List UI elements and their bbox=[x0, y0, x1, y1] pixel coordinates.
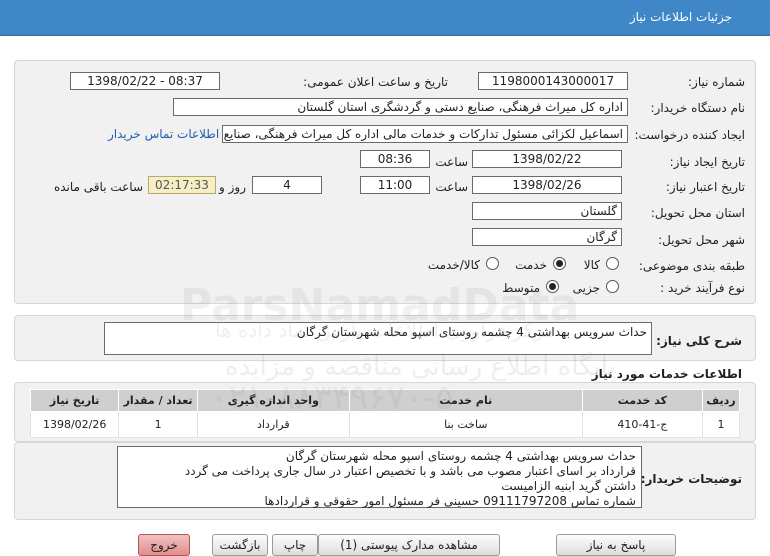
table-row: 1 ج-41-410 ساخت بنا قرارداد 1 1398/02/26 bbox=[29, 411, 741, 438]
summary-field: حداث سرویس بهداشتی 4 چشمه روستای اسپو مح… bbox=[104, 322, 652, 355]
remaining-days-field: 4 bbox=[252, 176, 322, 194]
province-field: گلستان bbox=[472, 202, 622, 220]
buyer-contact-link[interactable]: اطلاعات تماس خریدار bbox=[108, 127, 219, 141]
services-table: ردیف کد خدمت نام خدمت واحد اندازه گیری ت… bbox=[29, 389, 741, 438]
category-service-label: خدمت bbox=[515, 258, 547, 272]
notes-line-3: داشتن گرید ابنیه الزامیست bbox=[501, 479, 636, 493]
validity-date-label: تاریخ اعتبار نیاز: bbox=[665, 180, 745, 194]
requester-label: ایجاد کننده درخواست: bbox=[634, 128, 745, 142]
col-code: کد خدمت bbox=[581, 389, 703, 412]
validity-time-label: ساعت bbox=[435, 180, 468, 194]
process-radio-medium[interactable] bbox=[546, 280, 559, 293]
process-label: نوع فرآیند خرید : bbox=[660, 281, 745, 295]
validity-time-field: 11:00 bbox=[360, 176, 430, 194]
notes-line-4: شماره تماس 09111797208 حسینی فر مسئول ام… bbox=[264, 494, 636, 508]
col-unit: واحد اندازه گیری bbox=[196, 389, 350, 412]
announce-field: 1398/02/22 - 08:37 bbox=[70, 72, 220, 90]
col-qty: تعداد / مقدار bbox=[118, 389, 198, 412]
services-header-row: ردیف کد خدمت نام خدمت واحد اندازه گیری ت… bbox=[29, 389, 741, 412]
created-date-field: 1398/02/22 bbox=[472, 150, 622, 168]
created-date-label: تاریخ ایجاد نیاز: bbox=[669, 155, 745, 169]
col-name: نام خدمت bbox=[348, 389, 583, 412]
category-both-label: کالا/خدمت bbox=[427, 258, 480, 272]
col-row: ردیف bbox=[701, 389, 741, 412]
summary-label: شرح کلی نیاز: bbox=[656, 334, 742, 348]
days-label: روز و bbox=[219, 180, 246, 194]
city-field: گرگان bbox=[472, 228, 622, 246]
remaining-label: ساعت باقی مانده bbox=[53, 180, 143, 194]
cell-unit: قرارداد bbox=[196, 411, 350, 438]
requester-field: اسماعیل لکزائی مسئول تدارکات و خدمات مال… bbox=[222, 125, 628, 143]
reply-button[interactable]: پاسخ به نیاز bbox=[556, 534, 676, 556]
notes-field: حداث سرویس بهداشتی 4 چشمه روستای اسپو مح… bbox=[117, 446, 642, 508]
created-time-field: 08:36 bbox=[360, 150, 430, 168]
need-number-field: 1198000143000017 bbox=[478, 72, 628, 90]
notes-line-1: حداث سرویس بهداشتی 4 چشمه روستای اسپو مح… bbox=[285, 449, 636, 463]
cell-name: ساخت بنا bbox=[348, 411, 583, 438]
cell-code: ج-41-410 bbox=[581, 411, 703, 438]
process-minor-label: جزیی bbox=[572, 281, 600, 295]
notes-line-2: قرارداد بر اسای اعتبار مصوب می باشد و با… bbox=[184, 464, 636, 478]
validity-date-field: 1398/02/26 bbox=[472, 176, 622, 194]
back-button[interactable]: بازگشت bbox=[212, 534, 268, 556]
city-label: شهر محل تحویل: bbox=[658, 233, 745, 247]
announce-label: تاریخ و ساعت اعلان عمومی: bbox=[303, 75, 448, 89]
process-radio-minor[interactable] bbox=[606, 280, 619, 293]
view-attachments-button[interactable]: مشاهده مدارک پیوستی (1) bbox=[318, 534, 500, 556]
cell-date: 1398/02/26 bbox=[29, 411, 120, 438]
cell-row: 1 bbox=[701, 411, 741, 438]
category-radio-goods[interactable] bbox=[606, 257, 619, 270]
notes-label: توضیحات خریدار: bbox=[640, 472, 742, 486]
category-radio-service[interactable] bbox=[553, 257, 566, 270]
need-number-label: شماره نیاز: bbox=[688, 75, 745, 89]
page-header: جزئیات اطلاعات نیاز bbox=[0, 0, 770, 36]
process-medium-label: متوسط bbox=[502, 281, 540, 295]
cell-qty: 1 bbox=[118, 411, 198, 438]
created-time-label: ساعت bbox=[435, 155, 468, 169]
buyer-label: نام دستگاه خریدار: bbox=[650, 101, 746, 115]
services-title: اطلاعات خدمات مورد نیاز bbox=[591, 367, 742, 381]
category-goods-label: کالا bbox=[583, 258, 600, 272]
province-label: استان محل تحویل: bbox=[650, 206, 745, 220]
col-date: تاریخ نیاز bbox=[29, 389, 120, 412]
category-label: طبقه بندی موضوعی: bbox=[638, 259, 745, 273]
remaining-time-field: 02:17:33 bbox=[148, 176, 216, 194]
page-title: جزئیات اطلاعات نیاز bbox=[629, 10, 732, 24]
exit-button[interactable]: خروج bbox=[138, 534, 190, 556]
print-button[interactable]: چاپ bbox=[272, 534, 318, 556]
category-radio-both[interactable] bbox=[486, 257, 499, 270]
buyer-field: اداره کل میراث فرهنگی، صنایع دستی و گردش… bbox=[173, 98, 628, 116]
